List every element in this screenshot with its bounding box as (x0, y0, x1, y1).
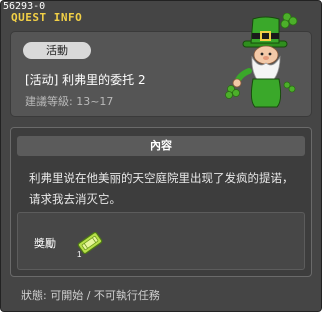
reward-label: 獎勵 (34, 237, 56, 250)
recommended-level: 建議等級: 13~17 (25, 95, 114, 108)
window-title: QUEST INFO (11, 11, 83, 24)
leprechaun-npc-icon (225, 13, 298, 108)
quest-info-window: 56293-0 QUEST INFO 活動 [活动] 利弗里的委托 2 建議等級… (0, 0, 322, 312)
content-card: 內容 利弗里说在他美丽的天空庭院里出现了发疯的提诺，请求我去消灭它。 獎勵 1 (10, 127, 312, 277)
green-ticket-icon[interactable]: 1 (74, 227, 106, 259)
quest-status: 狀態: 可開始 / 不可執行任務 (21, 289, 160, 302)
quest-description: 利弗里说在他美丽的天空庭院里出现了发疯的提诺，请求我去消灭它。 (29, 171, 294, 206)
content-header: 內容 (17, 136, 305, 156)
category-badge: 活動 (23, 42, 91, 59)
svg-text:1: 1 (77, 250, 82, 259)
quest-name: [活动] 利弗里的委托 2 (25, 73, 146, 87)
reward-box: 獎勵 1 (17, 212, 305, 270)
